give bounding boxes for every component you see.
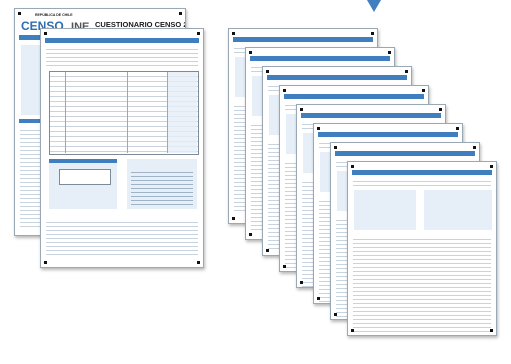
section-band xyxy=(284,94,424,99)
section-band xyxy=(233,37,373,42)
section-band xyxy=(335,151,475,156)
country-label: REPÚBLICA DE CHILE xyxy=(35,13,73,17)
header-band xyxy=(45,38,199,43)
person-form-page xyxy=(347,161,497,336)
answer-block xyxy=(424,190,492,230)
section-band xyxy=(352,170,492,175)
question-lines xyxy=(353,236,491,335)
section-band xyxy=(301,113,441,118)
section-band xyxy=(250,56,390,61)
totals-fields xyxy=(59,169,111,185)
footer-lines xyxy=(46,219,198,255)
section-band xyxy=(318,132,458,137)
household-register-page xyxy=(40,28,204,268)
answer-block xyxy=(354,190,416,230)
instruction-lines xyxy=(46,46,198,66)
section-band xyxy=(267,75,407,80)
important-lines xyxy=(131,169,193,205)
question-lines xyxy=(353,178,491,186)
table-column-shade xyxy=(167,72,197,153)
arrow-down-icon xyxy=(367,0,381,12)
totals-band xyxy=(49,159,117,163)
